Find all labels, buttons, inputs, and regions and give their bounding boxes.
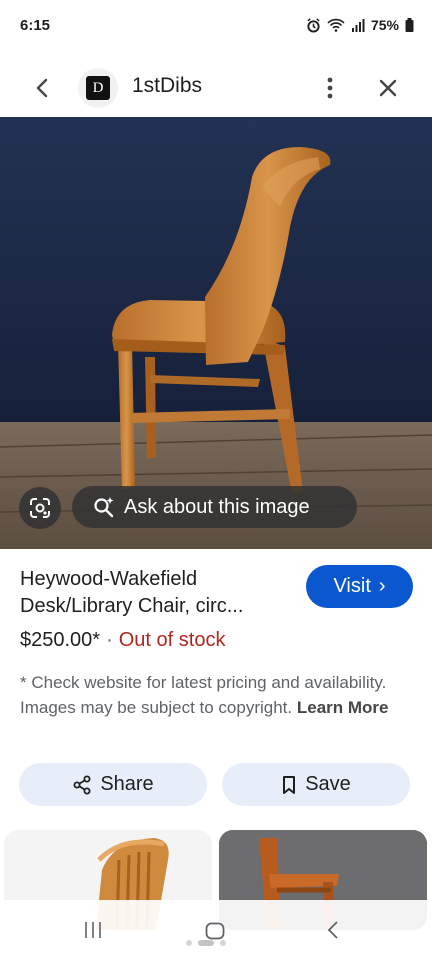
stock-status: Out of stock xyxy=(118,629,226,651)
chair-photo xyxy=(0,117,432,549)
price-row: $250.00* · Out of stock xyxy=(20,629,225,652)
page-indicator xyxy=(186,940,226,946)
visit-label: Visit xyxy=(333,575,371,597)
alarm-icon xyxy=(307,17,320,33)
more-options-button[interactable] xyxy=(318,74,342,102)
home-icon[interactable] xyxy=(205,922,225,940)
product-title[interactable]: Heywood-Wakefield Desk/Library Chair, ci… xyxy=(20,566,300,620)
close-icon xyxy=(379,79,397,97)
ask-about-image-label: Ask about this image xyxy=(124,495,310,518)
product-image[interactable] xyxy=(0,117,432,549)
chevron-left-icon xyxy=(36,78,48,98)
lens-button[interactable] xyxy=(19,487,61,529)
status-icons: 75% xyxy=(306,17,414,33)
search-sparkle-icon xyxy=(94,497,114,518)
system-back-icon[interactable] xyxy=(326,920,340,940)
recent-apps-icon[interactable] xyxy=(83,920,103,940)
disclaimer: * Check website for latest pricing and a… xyxy=(20,670,415,720)
page-dot xyxy=(186,940,192,946)
signal-icon xyxy=(351,19,365,32)
price: $250.00* xyxy=(20,629,101,651)
share-label: Share xyxy=(100,773,154,795)
learn-more-link[interactable]: Learn More xyxy=(297,698,389,717)
lens-icon xyxy=(30,498,50,518)
back-button[interactable] xyxy=(28,74,56,102)
battery-icon xyxy=(405,18,414,32)
page-dot xyxy=(220,940,226,946)
site-logo[interactable]: D xyxy=(78,68,118,108)
bookmark-icon xyxy=(283,775,296,794)
ask-about-image-button[interactable]: Ask about this image xyxy=(72,486,357,528)
save-button[interactable]: Save xyxy=(222,763,410,806)
site-name[interactable]: 1stDibs xyxy=(132,74,202,98)
system-nav-bar xyxy=(0,900,432,960)
battery-level: 75% xyxy=(370,17,399,33)
share-button[interactable]: Share xyxy=(19,763,207,806)
chevron-right-icon: › xyxy=(378,575,386,597)
save-label: Save xyxy=(305,773,351,795)
top-bar: D 1stDibs xyxy=(0,60,432,116)
page-dot-active xyxy=(198,940,214,946)
close-button[interactable] xyxy=(374,74,402,102)
wifi-icon xyxy=(327,18,345,32)
more-vert-icon xyxy=(327,77,333,99)
visit-button[interactable]: Visit › xyxy=(306,565,413,608)
site-logo-mark: D xyxy=(86,76,110,100)
status-bar: 6:15 75% xyxy=(0,0,432,50)
status-time: 6:15 xyxy=(20,16,51,34)
price-separator: · xyxy=(106,629,113,651)
share-icon xyxy=(73,775,91,794)
